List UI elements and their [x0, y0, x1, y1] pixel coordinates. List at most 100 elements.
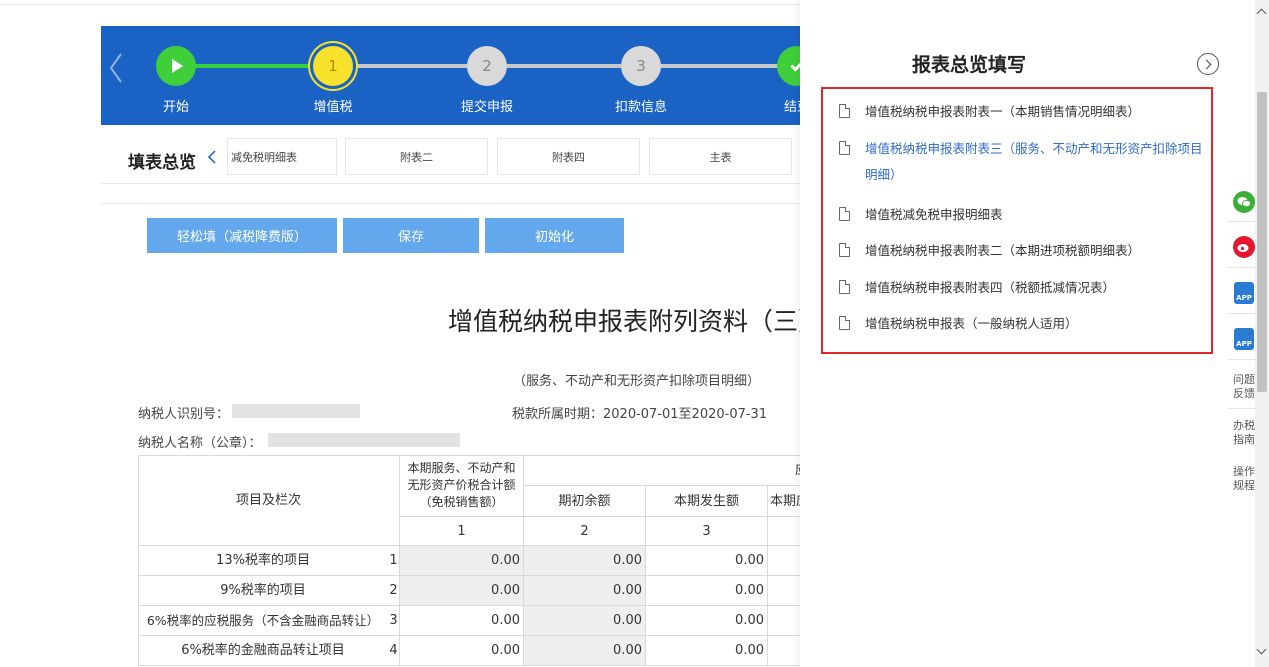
report-item-relief[interactable]: 增值税减免税申报明细表	[839, 202, 1199, 228]
collapse-panel-button[interactable]	[1197, 53, 1219, 75]
step-label-deduction: 扣款信息	[614, 100, 668, 115]
document-icon	[839, 243, 850, 257]
redacted-taxpayer-name	[268, 433, 460, 447]
step-label-vat: 增值税	[313, 100, 353, 115]
panel-title: 报表总览填写	[912, 54, 1027, 76]
tab-label: 主表	[709, 150, 732, 164]
row-name: 6%税率的金融商品转让项目	[138, 636, 388, 666]
form-tab-bar: 填表总览 减免税明细表 附表二 附表四 主表	[101, 128, 820, 184]
col-number-1: 1	[400, 517, 524, 546]
document-icon	[839, 316, 850, 330]
form-title: 增值税纳税申报表附列资料（三）	[448, 307, 820, 336]
step-number: 1	[328, 57, 338, 75]
tab-schedule-2[interactable]: 附表二	[345, 138, 488, 175]
tab-relief-detail[interactable]: 减免税明细表	[227, 138, 337, 175]
tab-label: 减免税明细表	[231, 150, 297, 164]
progress-stepper: 1 2 3 开始 增值税 提交申报 扣款信息 结束	[101, 26, 820, 125]
toolbar-divider	[1228, 221, 1258, 222]
header-col3: 本期发生额	[646, 486, 768, 517]
row-line: 2	[388, 576, 400, 606]
row-line: 3	[388, 606, 400, 636]
taxpayer-name-label: 纳税人名称（公章）：	[138, 436, 262, 451]
step-number: 3	[636, 57, 646, 75]
report-item-label: 增值税纳税申报表附表四（税额抵减情况表）	[865, 280, 1116, 295]
main-content: 1 2 3 开始 增值税 提交申报 扣款信息 结束 填表总览 减免税明细表 附表…	[0, 0, 820, 667]
report-item-schedule-4[interactable]: 增值税纳税申报表附表四（税额抵减情况表）	[839, 275, 1199, 301]
taxpayer-id-label: 纳税人识别号：	[138, 407, 230, 422]
document-icon	[839, 104, 850, 118]
toolbar-divider	[1228, 359, 1258, 360]
col-number-3: 3	[646, 517, 768, 546]
toolbar-divider	[1228, 313, 1258, 314]
deduction-table: 项目及栏次 本期服务、不动产和无形资产价税合计额（免税销售额） 应税服务扣除项目…	[138, 455, 820, 667]
tabbar-title: 填表总览	[128, 153, 196, 173]
document-icon	[839, 280, 850, 294]
app-download-icon[interactable]: APP	[1234, 328, 1254, 350]
scroll-thumb[interactable]	[1257, 92, 1267, 392]
cell-input[interactable]: 0.00	[400, 576, 524, 606]
tab-schedule-4[interactable]: 附表四	[497, 138, 640, 175]
report-item-schedule-3[interactable]: 增值税纳税申报表附表三（服务、不动产和无形资产扣除项目明细）	[839, 136, 1209, 188]
cell-input[interactable]: 0.00	[400, 546, 524, 576]
row-line: 4	[388, 636, 400, 666]
header-item: 项目及栏次	[138, 455, 400, 546]
row-line: 1	[388, 546, 400, 576]
report-item-label: 增值税纳税申报表附表三（服务、不动产和无形资产扣除项目明细）	[865, 141, 1203, 182]
tax-period: 税款所属时期：2020-07-01至2020-07-31	[512, 407, 768, 422]
app-download-icon[interactable]: APP	[1234, 282, 1254, 304]
init-button[interactable]: 初始化	[485, 218, 624, 253]
weibo-glyph	[1237, 244, 1249, 252]
cell-input[interactable]: 0.00	[524, 606, 646, 636]
page: 1 2 3 开始 增值税 提交申报 扣款信息 结束 填表总览 减免税明细表 附表…	[0, 0, 1269, 667]
header-col1: 本期服务、不动产和无形资产价税合计额（免税销售额）	[400, 455, 524, 517]
tab-label: 附表二	[400, 150, 433, 164]
chevron-left-icon[interactable]	[106, 48, 126, 88]
step-vat[interactable]: 1	[313, 46, 353, 86]
document-icon	[839, 207, 850, 221]
cell-input[interactable]: 0.00	[646, 636, 768, 666]
overview-panel: 报表总览填写 增值税纳税申报表附表一（本期销售情况明细表） 增值税纳税申报表附表…	[800, 0, 1269, 667]
col-number-2: 2	[524, 517, 646, 546]
step-label-submit: 提交申报	[460, 100, 514, 115]
report-item-main[interactable]: 增值税纳税申报表（一般纳税人适用）	[839, 311, 1199, 337]
vertical-scrollbar[interactable]	[1255, 0, 1269, 667]
row-name: 13%税率的项目	[138, 546, 388, 576]
step-deduction[interactable]: 3	[621, 46, 661, 86]
header-group: 应税服务扣除项目	[524, 455, 820, 486]
scroll-down-icon[interactable]	[1256, 644, 1267, 655]
tab-main-form[interactable]: 主表	[649, 138, 792, 175]
easy-fill-button[interactable]: 轻松填（减税降费版）	[147, 218, 337, 253]
tab-label: 附表四	[552, 150, 585, 164]
top-divider	[0, 4, 820, 5]
step-start[interactable]	[156, 46, 196, 86]
wechat-icon[interactable]	[1233, 191, 1255, 213]
cell-input[interactable]: 0.00	[400, 606, 524, 636]
cell-input[interactable]: 0.00	[524, 546, 646, 576]
toolbar-divider	[1228, 267, 1258, 268]
row-name: 6%税率的应税服务（不含金融商品转让）	[138, 606, 388, 636]
cell-input[interactable]: 0.00	[646, 576, 768, 606]
header-col2: 期初余额	[524, 486, 646, 517]
cell-input[interactable]: 0.00	[646, 546, 768, 576]
cell-input[interactable]: 0.00	[646, 606, 768, 636]
form-subtitle: （服务、不动产和无形资产扣除项目明细）	[513, 374, 761, 389]
redacted-taxpayer-id	[232, 404, 360, 418]
chevron-right-icon	[1201, 59, 1212, 69]
chevron-left-icon[interactable]	[206, 149, 218, 165]
cell-input[interactable]: 0.00	[400, 636, 524, 666]
step-submit[interactable]: 2	[467, 46, 507, 86]
report-list: 增值税纳税申报表附表一（本期销售情况明细表） 增值税纳税申报表附表三（服务、不动…	[821, 87, 1213, 354]
wechat-glyph	[1237, 197, 1251, 208]
report-item-schedule-1[interactable]: 增值税纳税申报表附表一（本期销售情况明细表）	[839, 99, 1199, 125]
report-item-label: 增值税减免税申报明细表	[865, 207, 1003, 222]
cell-input[interactable]: 0.00	[524, 576, 646, 606]
cell-input[interactable]: 0.00	[524, 636, 646, 666]
row-name: 9%税率的项目	[138, 576, 388, 606]
report-item-schedule-2[interactable]: 增值税纳税申报表附表二（本期进项税额明细表）	[839, 238, 1199, 264]
report-item-label: 增值税纳税申报表附表一（本期销售情况明细表）	[865, 104, 1141, 119]
report-item-label: 增值税纳税申报表附表二（本期进项税额明细表）	[865, 243, 1141, 258]
save-button[interactable]: 保存	[343, 218, 479, 253]
scroll-up-icon[interactable]	[1256, 8, 1267, 19]
weibo-icon[interactable]	[1233, 236, 1255, 258]
toolbar-divider	[1228, 408, 1258, 409]
